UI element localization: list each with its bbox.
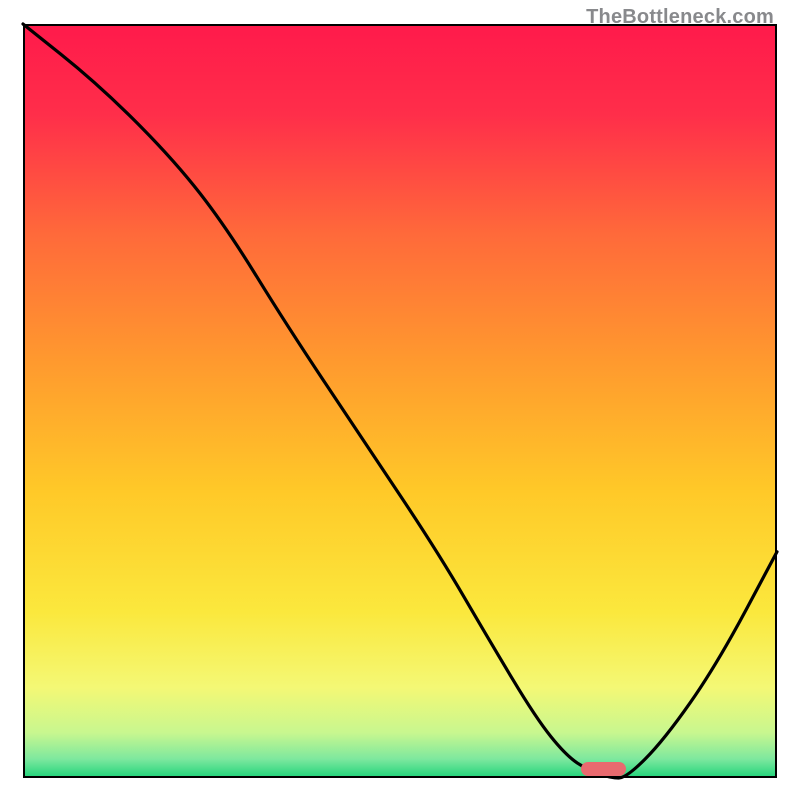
bottleneck-curve-path <box>23 24 777 778</box>
plot-area <box>23 24 777 778</box>
optimal-range-marker <box>581 762 626 776</box>
curve-layer <box>23 24 777 778</box>
bottleneck-chart: TheBottleneck.com <box>0 0 800 800</box>
